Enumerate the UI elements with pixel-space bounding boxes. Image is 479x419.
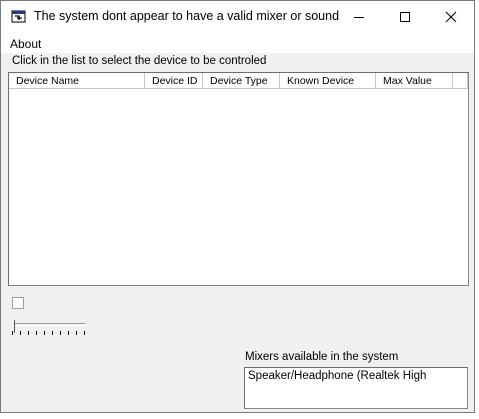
column-header-known-device[interactable]: Known Device — [280, 73, 376, 89]
column-header-device-name[interactable]: Device Name — [9, 73, 145, 89]
device-list[interactable]: Device Name Device ID Device Type Known … — [8, 72, 469, 286]
column-header-filler — [453, 73, 468, 89]
slider-tick — [68, 331, 69, 335]
maximize-button[interactable] — [382, 1, 428, 33]
slider-tick — [36, 331, 37, 335]
device-checkbox[interactable] — [12, 297, 24, 309]
slider-tick — [76, 331, 77, 335]
app-window-icon — [11, 10, 27, 24]
mixers-label: Mixers available in the system — [245, 351, 399, 363]
slider-tick — [44, 331, 45, 335]
slider-tick — [28, 331, 29, 335]
column-header-max-value[interactable]: Max Value — [376, 73, 453, 89]
instruction-text: Click in the list to select the device t… — [12, 55, 267, 67]
menu-bar: About — [1, 33, 474, 53]
maximize-icon — [400, 12, 410, 22]
close-icon — [445, 11, 457, 23]
slider-tick — [20, 331, 21, 335]
minimize-icon — [354, 17, 364, 18]
main-window: The system dont appear to have a valid m… — [0, 0, 475, 413]
slider-tick — [84, 331, 85, 335]
window-title: The system dont appear to have a valid m… — [34, 9, 339, 23]
slider-tick — [12, 331, 13, 335]
slider-tick — [52, 331, 53, 335]
mixers-list[interactable]: Speaker/Headphone (Realtek High — [244, 367, 468, 409]
column-header-device-type[interactable]: Device Type — [203, 73, 280, 89]
device-list-header: Device Name Device ID Device Type Known … — [9, 73, 468, 90]
mixer-list-item[interactable]: Speaker/Headphone (Realtek High — [248, 370, 462, 382]
title-bar[interactable]: The system dont appear to have a valid m… — [1, 1, 474, 33]
close-button[interactable] — [428, 1, 474, 33]
volume-slider[interactable] — [12, 323, 86, 326]
column-header-device-id[interactable]: Device ID — [145, 73, 203, 89]
menu-item-about[interactable]: About — [10, 37, 41, 51]
slider-tick — [60, 331, 61, 335]
minimize-button[interactable] — [336, 1, 382, 33]
